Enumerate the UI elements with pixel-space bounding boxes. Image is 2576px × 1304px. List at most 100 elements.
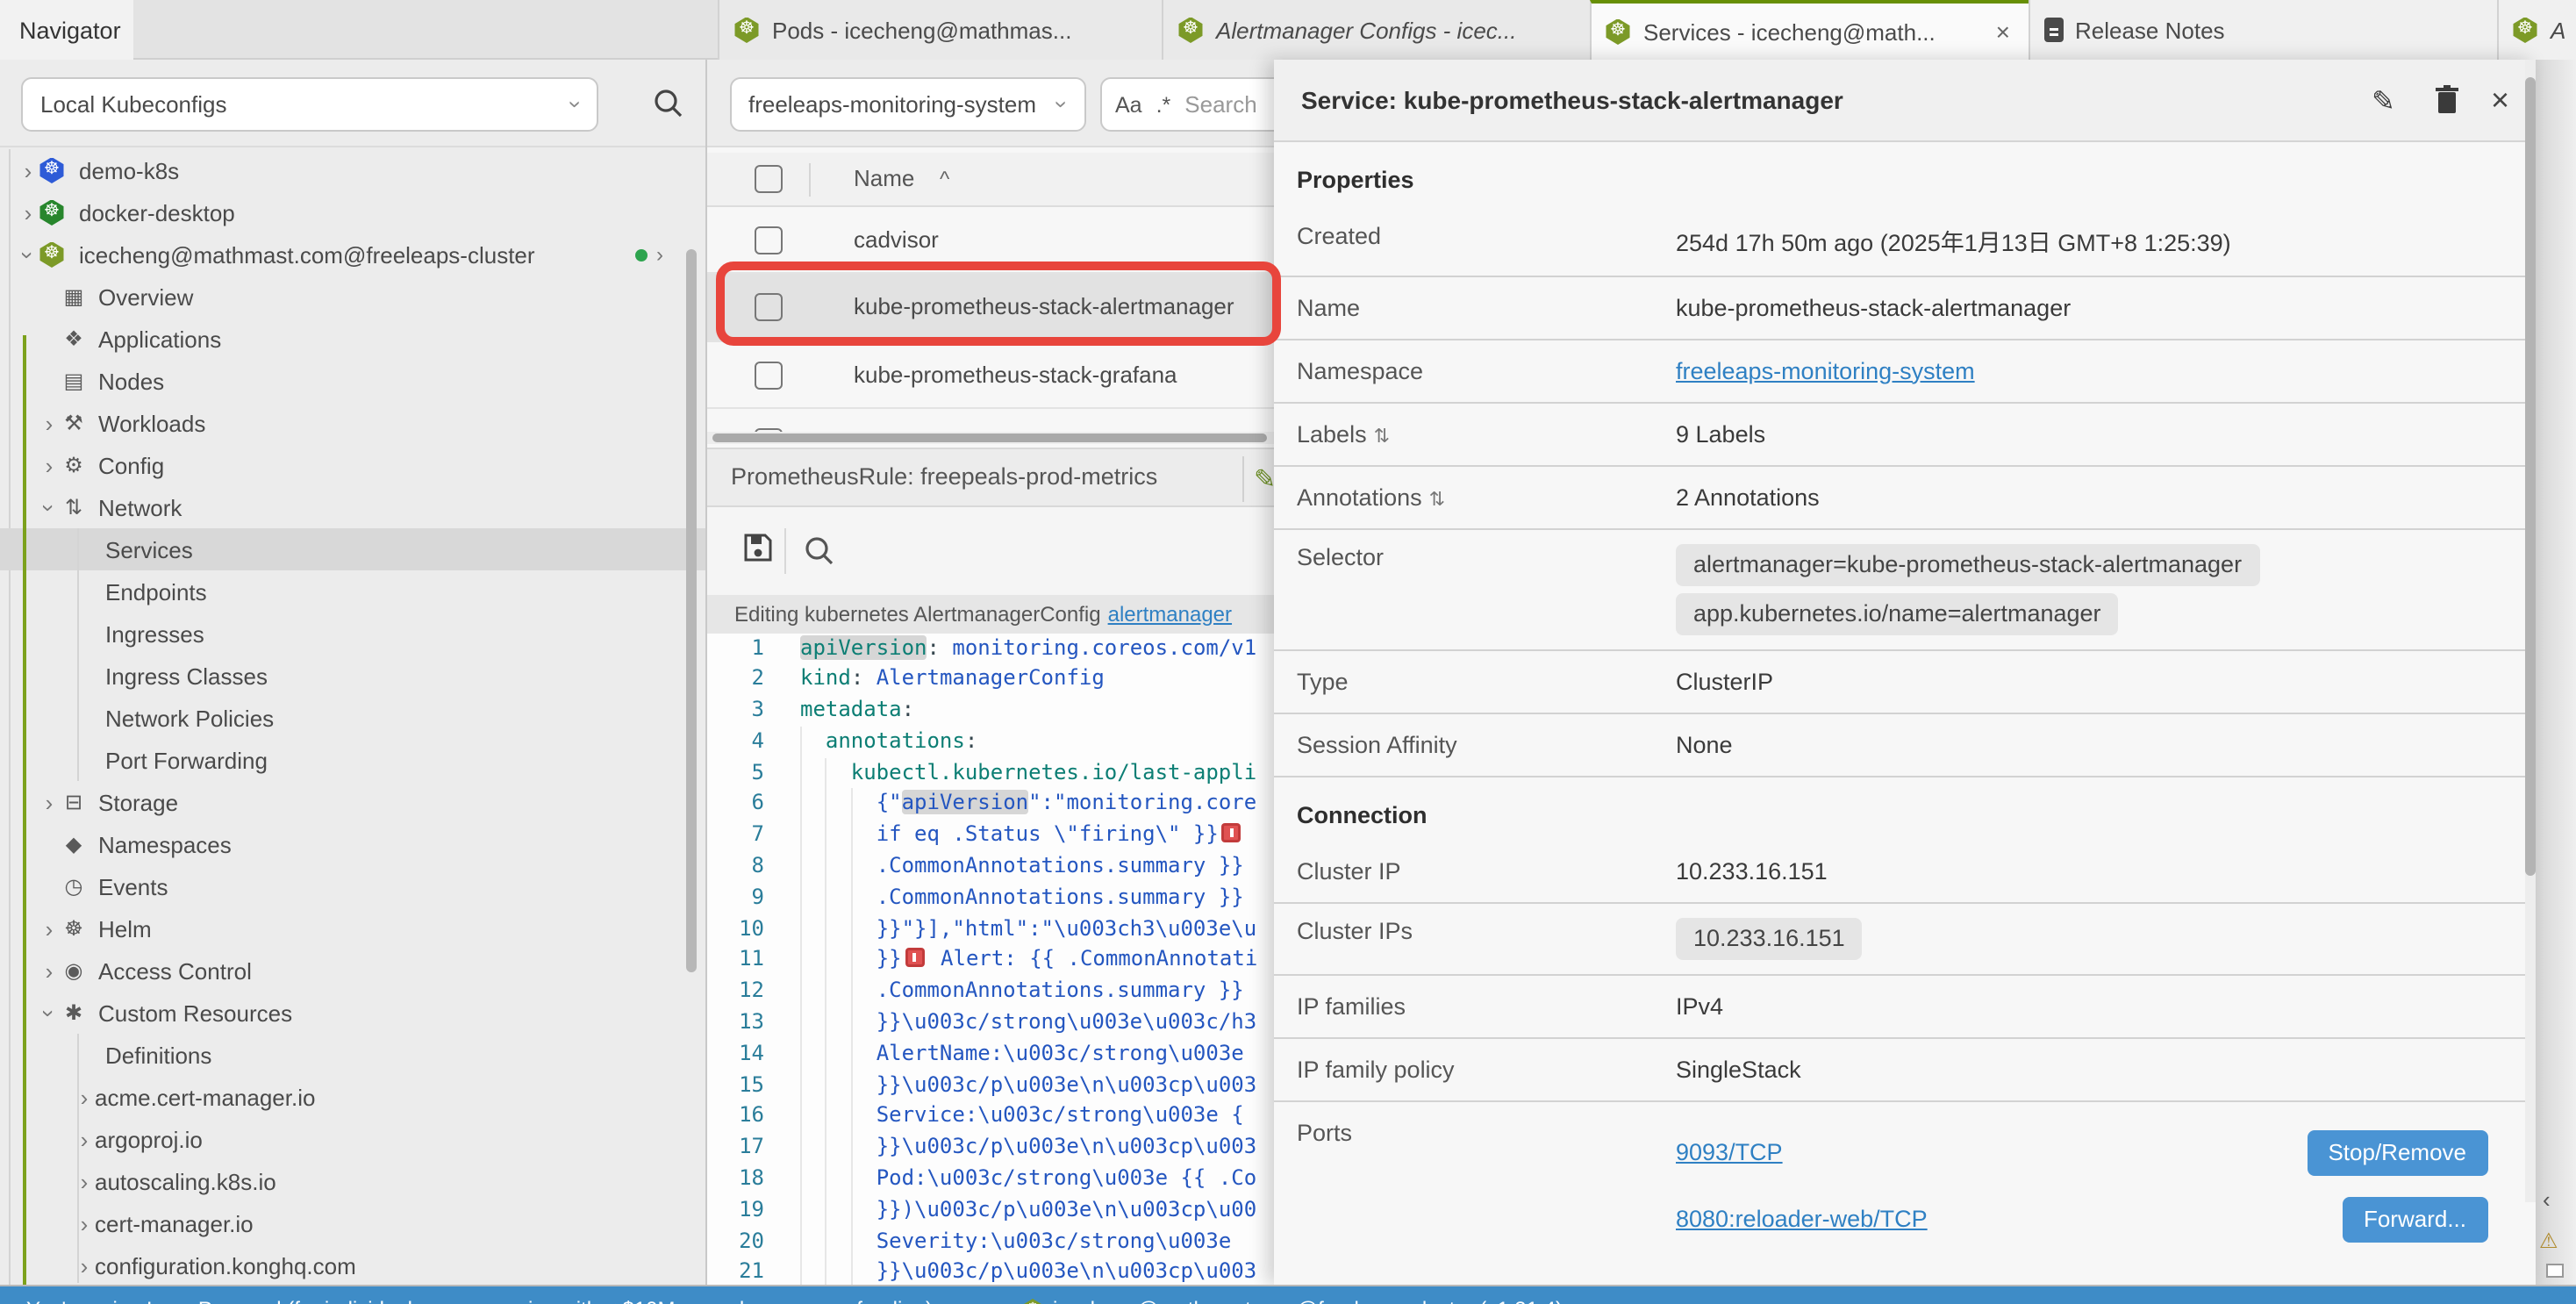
chevron-right-icon[interactable]: › — [39, 957, 60, 984]
sidebar-item-config[interactable]: ›⚙Config — [0, 444, 705, 486]
port-link[interactable]: 9093/TCP — [1676, 1139, 1783, 1165]
line-code: }}\u003c/p\u003e\n\u003cp\u003 — [800, 1133, 1256, 1164]
code-segment: metadata — [800, 697, 902, 721]
sort-icon[interactable]: ⇅ — [1374, 426, 1390, 447]
alertmanager-config-link[interactable]: alertmanager — [1108, 601, 1232, 626]
code-segment: annotations — [826, 728, 965, 753]
sidebar-item-port-forwarding[interactable]: Port Forwarding — [0, 739, 705, 781]
tab-release-notes[interactable]: Release Notes — [2028, 0, 2496, 60]
chevron-right-icon[interactable]: › — [39, 452, 60, 478]
row-checkbox[interactable] — [754, 226, 782, 254]
select-all-checkbox[interactable] — [754, 164, 782, 192]
sidebar-item-endpoints[interactable]: Endpoints — [0, 570, 705, 613]
sidebar-item-workloads[interactable]: ›⚒Workloads — [0, 402, 705, 444]
sort-icon[interactable]: ⇅ — [1429, 489, 1445, 510]
line-code: Service:\u003c/strong\u003e { — [800, 1101, 1244, 1133]
search-in-editor-icon[interactable] — [803, 534, 834, 566]
code-segment: if eq .Status \"firing\" }} — [877, 822, 1219, 847]
sidebar-item-namespaces[interactable]: ◆Namespaces — [0, 823, 705, 865]
sidebar-item-network-policies[interactable]: Network Policies — [0, 697, 705, 739]
row-checkbox[interactable] — [754, 293, 782, 321]
sort-asc-icon[interactable]: ^ — [940, 166, 949, 190]
sidebar-item-storage[interactable]: ›⊟Storage — [0, 781, 705, 823]
chevron-right-icon[interactable]: › — [18, 199, 39, 226]
sidebar-item-services[interactable]: Services — [0, 528, 705, 570]
sidebar-item-helm[interactable]: ›☸Helm — [0, 907, 705, 949]
detail-value: None — [1676, 731, 1733, 757]
close-drawer-icon[interactable]: × — [2491, 84, 2509, 116]
drawer-scrollbar[interactable] — [2524, 60, 2536, 1202]
tab-services[interactable]: ☸ Services - icecheng@math... × — [1589, 0, 2028, 60]
sidebar-item-access-control[interactable]: ›◉Access Control — [0, 949, 705, 992]
chevron-down-icon: › — [562, 101, 589, 109]
license-notice: You're using Lens Personal (for individu… — [26, 1287, 933, 1304]
indent-guide — [800, 1257, 802, 1285]
sidebar-scrollbar[interactable] — [686, 249, 697, 972]
namespace-link[interactable]: freeleaps-monitoring-system — [1676, 357, 1975, 383]
regex-toggle[interactable]: .* — [1156, 92, 1171, 117]
code-segment: .CommonAnnotations.summary }} — [877, 853, 1244, 878]
forward-button[interactable]: Forward... — [2343, 1196, 2487, 1242]
sidebar-item-overview[interactable]: ▦Overview — [0, 276, 705, 318]
line-number: 3 — [706, 695, 789, 727]
tab-partial[interactable]: ☸ A — [2496, 0, 2576, 60]
sidebar-item-cert-manager-io[interactable]: ›cert-manager.io — [0, 1202, 705, 1244]
nodes-icon: ▤ — [60, 369, 88, 393]
detail-row-namespace: Namespacefreeleaps-monitoring-system — [1273, 340, 2524, 403]
chevron-down-icon[interactable]: › — [36, 1002, 62, 1023]
sidebar-item-ingresses[interactable]: Ingresses — [0, 613, 705, 655]
row-checkbox[interactable] — [754, 361, 782, 389]
sidebar-item-icecheng-mathmast-com-freeleaps-cluster[interactable]: ›☸icecheng@mathmast.com@freeleaps-cluste… — [0, 233, 705, 276]
chevron-down-icon[interactable]: › — [15, 244, 41, 265]
save-icon[interactable] — [741, 531, 773, 562]
line-number: 17 — [706, 1133, 789, 1164]
tab-alertmanager-configs[interactable]: ☸ Alertmanager Configs - icec... — [1162, 0, 1589, 60]
sidebar-item-autoscaling-k8s-io[interactable]: ›autoscaling.k8s.io — [0, 1160, 705, 1202]
chevron-down-icon[interactable]: › — [36, 497, 62, 518]
chevron-right-icon[interactable]: › — [39, 915, 60, 942]
tab-pods[interactable]: ☸ Pods - icecheng@mathmas... — [718, 0, 1162, 60]
indent-guide — [826, 789, 827, 820]
indent-guide — [851, 1007, 853, 1039]
detail-value: IPv4 — [1676, 992, 1723, 1019]
chevron-right-icon[interactable]: › — [39, 789, 60, 815]
detail-label: Cluster IP — [1297, 857, 1676, 884]
delete-service-icon[interactable] — [2433, 84, 2459, 114]
sidebar-item-docker-desktop[interactable]: ›☸docker-desktop — [0, 191, 705, 233]
applications-icon: ❖ — [60, 326, 88, 351]
detail-label: Selector — [1297, 543, 1676, 634]
sidebar-item-applications[interactable]: ❖Applications — [0, 318, 705, 360]
sidebar-item-configuration-konghq-com[interactable]: ›configuration.konghq.com — [0, 1244, 705, 1286]
search-placeholder: Search — [1184, 91, 1256, 118]
indent-guide — [800, 1226, 802, 1257]
detail-value: 2 Annotations — [1676, 484, 1820, 510]
port-link[interactable]: 8080:reloader-web/TCP — [1676, 1206, 1928, 1232]
sidebar-item-network[interactable]: ›⇅Network — [0, 486, 705, 528]
line-code: AlertName:\u003c/strong\u003e — [800, 1039, 1244, 1071]
indent-guide — [826, 1133, 827, 1164]
sidebar-item-acme-cert-manager-io[interactable]: ›acme.cert-manager.io — [0, 1076, 705, 1118]
sidebar-item-ingress-classes[interactable]: Ingress Classes — [0, 655, 705, 697]
search-icon[interactable] — [653, 88, 684, 119]
chevron-right-icon[interactable]: › — [39, 410, 60, 436]
sidebar-item-argoproj-io[interactable]: ›argoproj.io — [0, 1118, 705, 1160]
stop-remove-button[interactable]: Stop/Remove — [2307, 1129, 2487, 1175]
sidebar-item-events[interactable]: ◷Events — [0, 865, 705, 907]
line-code: }}\u003c/strong\u003e\u003c/h3 — [800, 1007, 1256, 1039]
sidebar-item-label: Config — [98, 452, 164, 478]
indent-guide — [800, 977, 802, 1008]
name-column-header[interactable]: Name — [854, 165, 914, 191]
close-tab-icon[interactable]: × — [1993, 18, 2014, 46]
match-case-toggle[interactable]: Aa — [1115, 92, 1142, 117]
sidebar-item-label: argoproj.io — [95, 1126, 203, 1152]
sidebar-item-demo-k8s[interactable]: ›☸demo-k8s — [0, 149, 705, 191]
sidebar-item-label: Access Control — [98, 957, 252, 984]
chevron-right-icon[interactable]: › — [18, 157, 39, 183]
edit-service-icon[interactable]: ✎ — [2372, 84, 2395, 119]
sidebar-item-definitions[interactable]: Definitions — [0, 1034, 705, 1076]
chevron-right-icon[interactable]: › — [656, 242, 663, 267]
kubeconfig-select[interactable]: Local Kubeconfigs › — [21, 77, 598, 132]
namespace-select[interactable]: freeleaps-monitoring-system › — [729, 77, 1085, 132]
sidebar-item-custom-resources[interactable]: ›✱Custom Resources — [0, 992, 705, 1034]
sidebar-item-nodes[interactable]: ▤Nodes — [0, 360, 705, 402]
